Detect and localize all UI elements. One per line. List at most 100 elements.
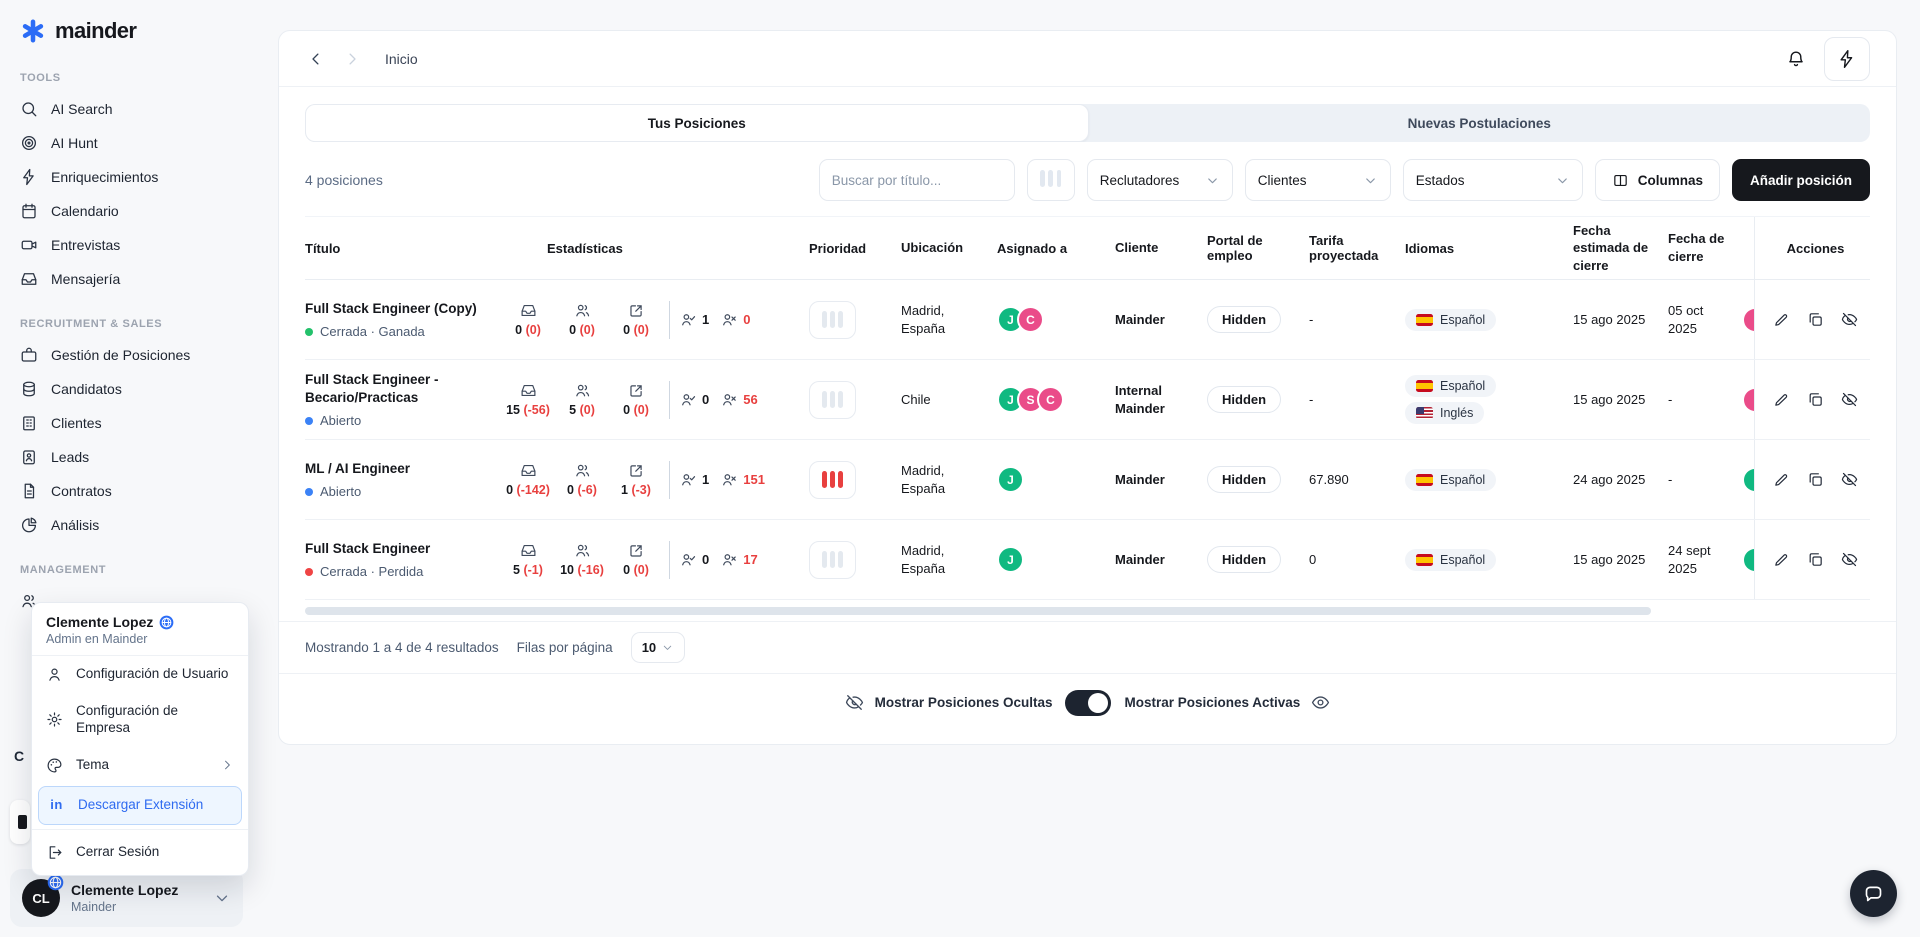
truncated-cell [1740,548,1754,572]
columns-button[interactable]: Columnas [1594,159,1720,201]
table-row[interactable]: Full Stack Engineer Cerrada · Perdida 5 … [305,520,1870,600]
bell-icon [1786,49,1806,69]
bolt-icon [20,168,38,186]
priority-indicator[interactable] [809,300,856,339]
edit-button[interactable] [1773,311,1790,328]
duplicate-button[interactable] [1807,551,1824,568]
user-menu: Clemente Lopez Admin en Mainder Configur… [31,602,249,876]
recruiters-dropdown[interactable]: Reclutadores [1086,159,1233,201]
rate: 0 [1309,552,1317,567]
table-row[interactable]: Full Stack Engineer - Becario/Practicas … [305,360,1870,440]
menu-item-label: Configuración de Usuario [76,666,229,682]
priority-indicator[interactable] [809,380,856,419]
hide-button[interactable] [1841,391,1858,408]
states-dropdown[interactable]: Estados [1402,159,1583,201]
priority-indicator[interactable] [809,540,856,579]
rows-per-page-select[interactable]: 10 [630,632,686,663]
menu-item-user-settings[interactable]: Configuración de Usuario [32,656,248,693]
menu-item-theme[interactable]: Tema [32,747,248,784]
hide-button[interactable] [1841,551,1858,568]
notifications-button[interactable] [1786,49,1806,69]
col-header-titulo: Título [305,240,341,256]
menu-item-logout[interactable]: Cerrar Sesión [32,834,248,871]
rejected-count: 151 [721,471,765,488]
inbox-icon [520,462,537,479]
position-title[interactable]: ML / AI Engineer [305,460,491,478]
hide-button[interactable] [1841,471,1858,488]
chat-widget-button[interactable] [1850,870,1897,917]
palette-icon [46,757,63,774]
edit-button[interactable] [1773,391,1790,408]
horizontal-scrollbar[interactable] [305,607,1870,615]
hide-button[interactable] [1841,311,1858,328]
scrollbar-thumb[interactable] [305,607,1651,615]
quick-actions-button[interactable] [1824,36,1870,81]
main-card: Inicio Tus Posiciones Nuevas Postulacion… [278,30,1897,745]
add-position-button[interactable]: Añadir posición [1731,159,1870,201]
user-profile-chip[interactable]: CL Clemente Lopez Mainder [10,869,243,927]
copy-icon [1807,551,1824,568]
sidebar-item-label: AI Search [51,101,113,117]
sidebar-item-contratos[interactable]: Contratos [0,474,253,508]
assignee-avatar[interactable]: C [1017,306,1044,333]
truncated-cell [1740,388,1754,412]
sidebar-item-mensajeria[interactable]: Mensajería [0,262,253,296]
languages: Español [1405,308,1573,331]
sidebar-item-candidatos[interactable]: Candidatos [0,372,253,406]
sidebar-item-analisis[interactable]: Análisis [0,508,253,542]
assignee-avatar[interactable]: C [1037,386,1064,413]
sidebar-item-leads[interactable]: Leads [0,440,253,474]
user-icon [46,666,63,683]
status-dot [305,567,313,576]
priority-filter-button[interactable] [1026,159,1075,201]
external-link-icon [628,302,645,319]
menu-item-company-settings[interactable]: Configuración de Empresa [32,693,248,747]
position-title[interactable]: Full Stack Engineer [305,540,491,558]
col-header-prioridad: Prioridad [809,240,867,256]
sidebar-item-ai-hunt[interactable]: AI Hunt [0,126,253,160]
menu-item-download-extension[interactable]: in Descargar Extensión [38,785,242,825]
menu-item-label: Tema [76,756,110,772]
table-row[interactable]: ML / AI Engineer Abierto 0 (-142) 0 (-6)… [305,440,1870,520]
search-input[interactable] [818,159,1015,201]
location: Madrid, España [901,302,946,336]
stats-cell: 0 (-142) 0 (-6) 1 (-3) 1 151 [501,460,809,499]
eye-icon [1311,693,1330,712]
clients-dropdown[interactable]: Clientes [1244,159,1391,201]
edit-button[interactable] [1773,471,1790,488]
priority-indicator[interactable] [809,460,856,499]
sidebar-item-enriquecimientos[interactable]: Enriquecimientos [0,160,253,194]
show-active-label: Mostrar Posiciones Activas [1124,695,1301,710]
globe-badge-icon [47,874,64,891]
people-icon [574,382,591,399]
duplicate-button[interactable] [1807,471,1824,488]
nav-back-button[interactable] [305,48,327,70]
nav-forward-button[interactable] [341,48,363,70]
spain-flag-icon [1416,473,1433,486]
person-check-icon [680,551,697,568]
assignee-avatar[interactable]: J [997,466,1024,493]
assignees: J S C [997,386,1115,413]
duplicate-button[interactable] [1807,391,1824,408]
sidebar-item-calendario[interactable]: Calendario [0,194,253,228]
rejected-count: 0 [721,311,750,328]
tab-tus-posiciones[interactable]: Tus Posiciones [305,104,1089,142]
spain-flag-icon [1416,380,1433,392]
tab-nuevas-postulaciones[interactable]: Nuevas Postulaciones [1089,104,1871,142]
stat-inbox: 5 (-1) [501,542,555,577]
sidebar-item-ai-search[interactable]: AI Search [0,92,253,126]
sidebar-item-entrevistas[interactable]: Entrevistas [0,228,253,262]
assignee-avatar[interactable]: J [997,546,1024,573]
table-row[interactable]: Full Stack Engineer (Copy) Cerrada · Gan… [305,280,1870,360]
edit-button[interactable] [1773,551,1790,568]
sidebar-item-label: Análisis [51,517,100,533]
app-logo[interactable]: mainder [0,0,253,50]
position-title[interactable]: Full Stack Engineer (Copy) [305,300,491,318]
sidebar-item-gestion-posiciones[interactable]: Gestión de Posiciones [0,338,253,372]
languages: Español Inglés [1405,375,1573,424]
position-title[interactable]: Full Stack Engineer - Becario/Practicas [305,371,491,406]
positions-visibility-toggle[interactable] [1065,689,1112,716]
duplicate-button[interactable] [1807,311,1824,328]
breadcrumb: Inicio [385,50,418,67]
sidebar-item-clientes[interactable]: Clientes [0,406,253,440]
